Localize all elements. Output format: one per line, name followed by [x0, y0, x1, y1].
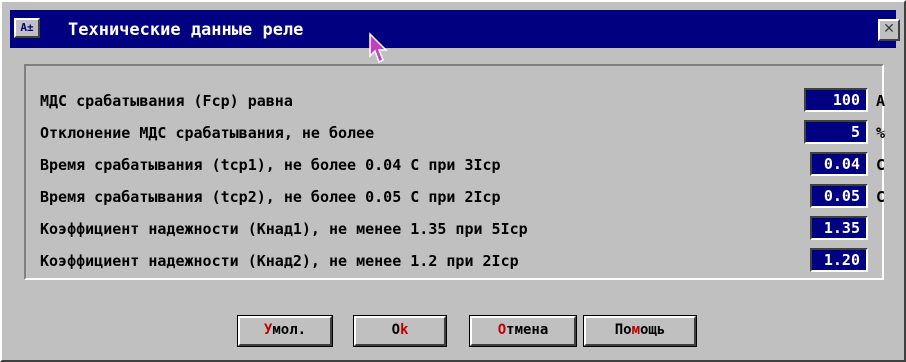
hotkey-letter: м: [631, 322, 640, 338]
value-field[interactable]: 1.20: [810, 248, 868, 272]
button-label: тмена: [506, 322, 549, 338]
row-label: Время срабатывания (tср2), не более 0.05…: [40, 188, 501, 206]
button-label: мол.: [272, 322, 307, 338]
mouse-pointer-icon: [369, 32, 388, 64]
row-label: Коэффициент надежности (Кнад1), не менее…: [40, 220, 528, 238]
hotkey-letter: О: [497, 322, 507, 338]
hotkey-letter: k: [400, 322, 409, 338]
value-field[interactable]: 0.05: [810, 184, 868, 208]
unit-label: %: [876, 124, 886, 142]
row-label: МДС срабатывания (Fср) равна: [40, 92, 293, 110]
unit-label: С: [876, 188, 886, 206]
value-field[interactable]: 1.35: [810, 216, 868, 240]
button-bar: Умол. Ok Отмена Помощь: [2, 315, 904, 347]
relay-data-dialog: A± Технические данные реле ✕ МДС срабаты…: [0, 0, 906, 362]
window-title: Технические данные реле: [68, 20, 304, 40]
close-icon[interactable]: ✕: [878, 19, 900, 41]
unit-label: С: [876, 156, 886, 174]
data-panel: МДС срабатывания (Fср) равна 100 А Откло…: [24, 64, 886, 280]
unit-label: А: [876, 92, 886, 110]
value-field[interactable]: 0.04: [810, 152, 868, 176]
row-label: Время срабатывания (tср1), не более 0.04…: [40, 156, 501, 174]
button-label: По: [614, 322, 632, 338]
system-menu-icon[interactable]: A±: [14, 18, 40, 38]
value-field[interactable]: 100: [804, 88, 868, 112]
button-label: ощь: [640, 322, 666, 338]
cancel-button[interactable]: Отмена: [469, 315, 577, 347]
row-label: Коэффициент надежности (Кнад2), не менее…: [40, 252, 519, 270]
ok-button[interactable]: Ok: [353, 315, 447, 347]
title-bar[interactable]: A± Технические данные реле ✕: [10, 10, 900, 48]
help-button[interactable]: Помощь: [583, 315, 697, 347]
button-label: O: [391, 322, 400, 338]
default-button[interactable]: Умол.: [237, 315, 333, 347]
value-field[interactable]: 5: [804, 120, 868, 144]
row-label: Отклонение МДС срабатывания, не более: [40, 124, 375, 142]
